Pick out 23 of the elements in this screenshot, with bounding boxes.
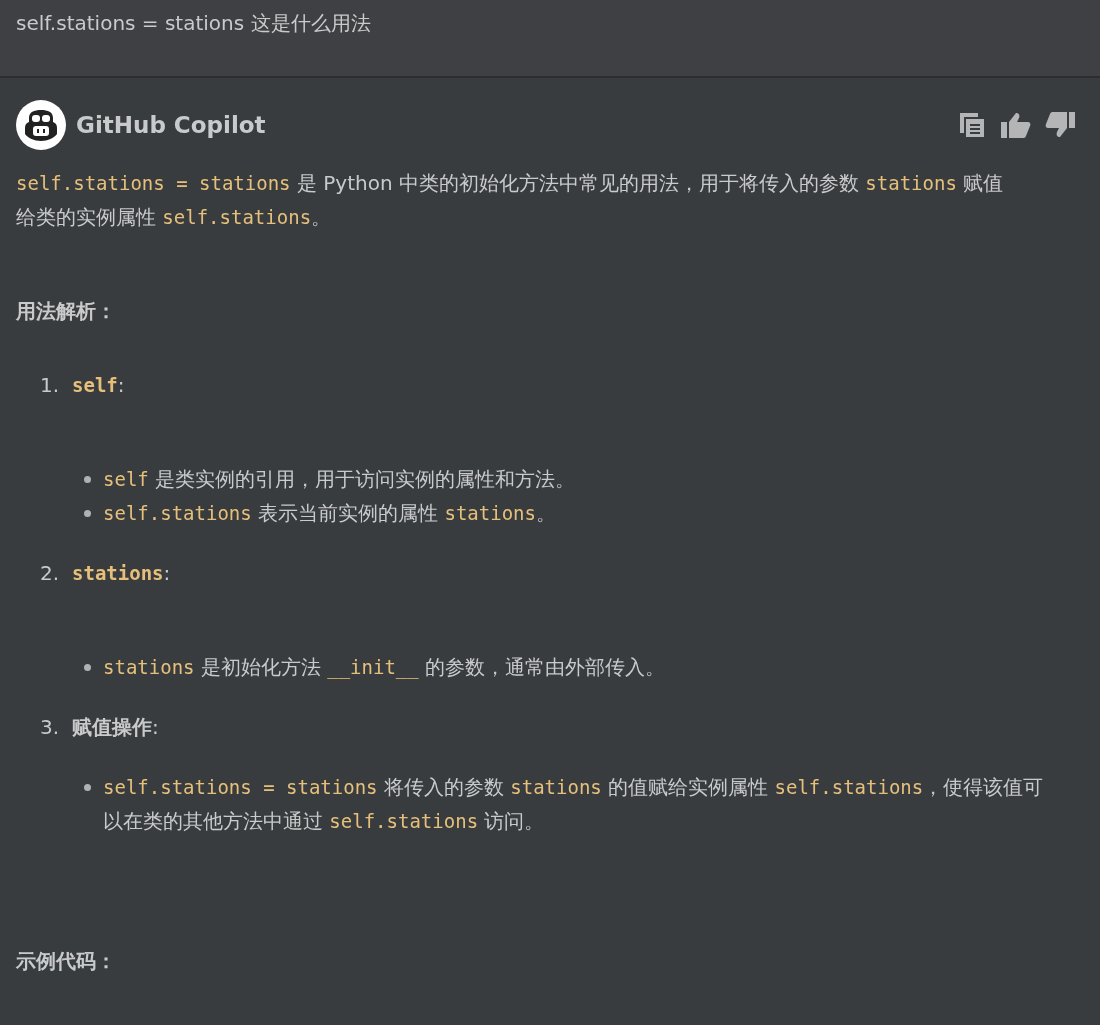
answer-paragraph: self.stations = stations 是 Python 中类的初始化方法中常见的用法，用于将传入的参数 stations 赋值给类的实例属性 self.stations。 [16, 170, 1005, 231]
copy-icon [959, 112, 985, 138]
bullet-dot [84, 784, 91, 791]
section-heading: 用法解析： [16, 298, 116, 325]
bullet-text: stations 是初始化方法 __init__ 的参数，通常由外部传入。 [103, 654, 667, 681]
list-item-title: stations: [72, 560, 171, 587]
list-number: 2. [40, 561, 61, 585]
list-number: 3. [40, 715, 61, 739]
bullet-dot [84, 664, 91, 671]
bullet-dot [84, 476, 91, 483]
thumbs-up-icon [1001, 112, 1031, 138]
list-item-title: 赋值操作: [72, 714, 159, 741]
thumbs-down-icon [1045, 112, 1075, 138]
section-heading: 示例代码： [16, 948, 116, 975]
question-text: self.stations = stations 这是什么用法 [16, 10, 371, 37]
bullet-text: self 是类实例的引用，用于访问实例的属性和方法。 [103, 466, 577, 493]
list-number: 1. [40, 373, 61, 397]
bullet-dot [84, 510, 91, 517]
author-name: GitHub Copilot [76, 112, 266, 138]
bot-avatar-icon [16, 100, 66, 150]
bullet-text: self.stations = stations 将传入的参数 stations 的值赋给实例属性 self.stations，使得该值可以在类的其他方法中通过 self.stations 访问。 [103, 774, 1045, 835]
bullet-text: self.stations 表示当前实例的属性 stations。 [103, 500, 557, 527]
list-item-title: self: [72, 372, 125, 399]
